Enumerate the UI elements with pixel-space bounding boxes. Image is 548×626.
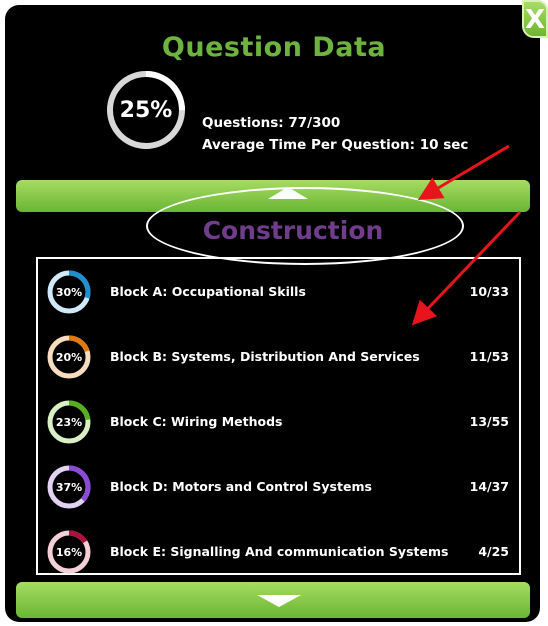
overall-progress-percent: 25% xyxy=(119,98,173,123)
block-label: Block B: Systems, Distribution And Servi… xyxy=(110,349,420,364)
block-row[interactable]: 16% Block E: Signalling And communicatio… xyxy=(38,522,519,578)
block-count: 10/33 xyxy=(469,284,509,299)
block-percent: 23% xyxy=(55,416,83,429)
block-count: 4/25 xyxy=(478,544,509,559)
block-percent: 20% xyxy=(55,351,83,364)
block-row[interactable]: 37% Block D: Motors and Control Systems … xyxy=(38,457,519,513)
block-count: 11/53 xyxy=(469,349,509,364)
summary-stats: Questions: 77/300 Average Time Per Quest… xyxy=(202,112,468,156)
block-label: Block E: Signalling And communication Sy… xyxy=(110,544,449,559)
block-percent: 30% xyxy=(55,286,83,299)
block-percent: 16% xyxy=(55,546,83,559)
block-row[interactable]: 30% Block A: Occupational Skills 10/33 xyxy=(38,262,519,318)
triangle-down-icon[interactable] xyxy=(257,595,301,607)
block-percent: 37% xyxy=(55,481,83,494)
section-title: Construction xyxy=(202,216,384,245)
block-list: 30% Block A: Occupational Skills 10/33 2… xyxy=(36,257,521,575)
block-row[interactable]: 20% Block B: Systems, Distribution And S… xyxy=(38,327,519,383)
block-count: 13/55 xyxy=(469,414,509,429)
block-label: Block C: Wiring Methods xyxy=(110,414,283,429)
page-title: Question Data xyxy=(161,32,387,63)
block-row[interactable]: 23% Block C: Wiring Methods 13/55 xyxy=(38,392,519,448)
block-label: Block D: Motors and Control Systems xyxy=(110,479,372,494)
questions-count: Questions: 77/300 xyxy=(202,115,341,131)
block-label: Block A: Occupational Skills xyxy=(110,284,306,299)
block-count: 14/37 xyxy=(469,479,509,494)
average-time: Average Time Per Question: 10 sec xyxy=(202,137,469,153)
